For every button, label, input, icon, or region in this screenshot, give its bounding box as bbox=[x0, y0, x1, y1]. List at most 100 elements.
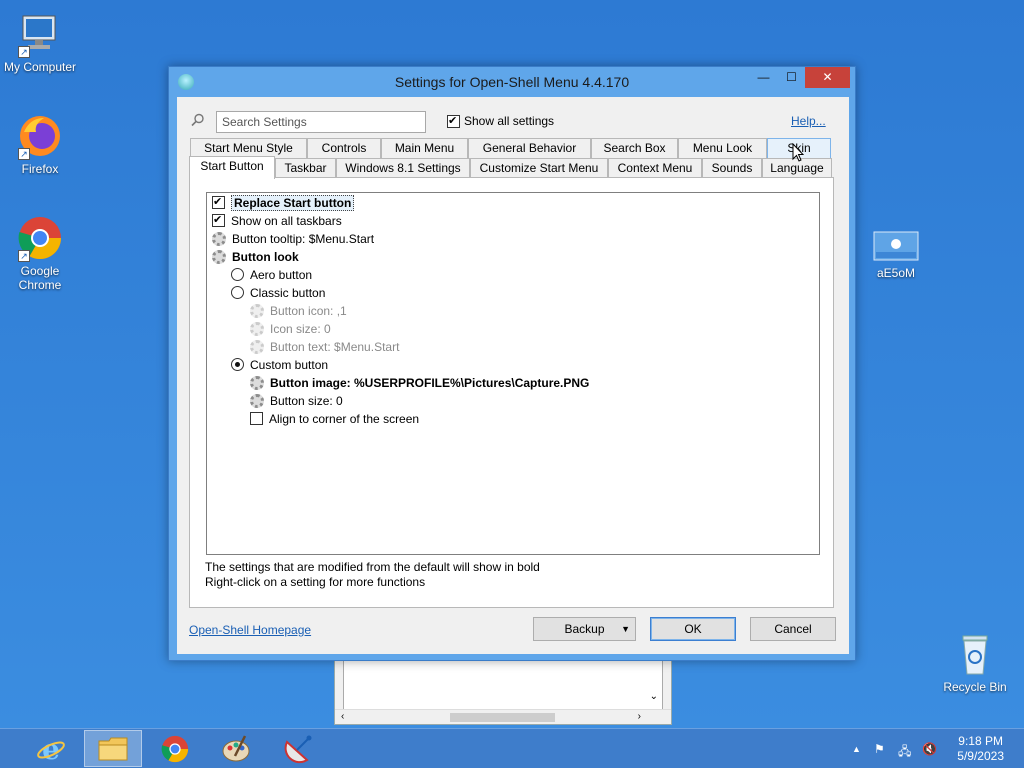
close-button[interactable]: ✕ bbox=[805, 67, 850, 88]
show-all-settings[interactable]: Show all settings bbox=[447, 114, 554, 128]
setting-button-tooltip[interactable]: Button tooltip: $Menu.Start bbox=[212, 230, 374, 247]
setting-icon-size: Icon size: 0 bbox=[250, 320, 331, 337]
gear-icon bbox=[212, 231, 226, 246]
chrome-logo-icon bbox=[161, 735, 189, 762]
paint-palette-icon bbox=[222, 734, 250, 761]
recycle-bin-label: Recycle Bin bbox=[943, 680, 1007, 694]
setting-show-on-all-taskbars[interactable]: Show on all taskbars bbox=[212, 212, 342, 229]
tab-start-button[interactable]: Start Button bbox=[189, 156, 275, 179]
monitor-icon: ↗ bbox=[16, 10, 64, 58]
setting-custom-button[interactable]: Custom button bbox=[231, 356, 328, 373]
tab-search-box[interactable]: Search Box bbox=[591, 138, 678, 158]
chrome-logo-icon: ↗ bbox=[16, 214, 64, 262]
action-center-flag-icon[interactable]: ⚑ bbox=[874, 742, 885, 756]
search-input[interactable] bbox=[216, 111, 426, 133]
trash-bin-icon bbox=[951, 630, 999, 678]
show-on-all-taskbars-checkbox[interactable] bbox=[212, 213, 225, 227]
taskbar: e ▲ ⚑ 🖧 🔇 9:18 PM 5/9/2023 bbox=[0, 728, 1024, 768]
background-window: ⌄ ‹ › bbox=[334, 655, 672, 725]
network-icon[interactable]: 🖧 bbox=[898, 742, 911, 763]
scroll-down-icon[interactable]: ⌄ bbox=[650, 691, 658, 702]
volume-muted-icon[interactable]: 🔇 bbox=[922, 742, 937, 756]
tab-windows-81-settings[interactable]: Windows 8.1 Settings bbox=[336, 158, 470, 178]
image-file-label: aE5oM bbox=[876, 266, 916, 280]
gear-icon bbox=[250, 375, 264, 390]
backup-button[interactable]: Backup ▼ bbox=[533, 617, 636, 641]
internet-explorer-icon: e bbox=[37, 733, 65, 765]
clock[interactable]: 9:18 PM 5/9/2023 bbox=[957, 734, 1004, 764]
cancel-button[interactable]: Cancel bbox=[750, 617, 836, 641]
gear-icon bbox=[250, 303, 264, 318]
scroll-left-icon[interactable]: ‹ bbox=[341, 711, 344, 722]
classic-radio[interactable] bbox=[231, 286, 244, 299]
show-hidden-icons-icon[interactable]: ▲ bbox=[852, 744, 861, 754]
setting-aero-button[interactable]: Aero button bbox=[231, 266, 312, 283]
firefox-icon[interactable]: ↗ Firefox bbox=[0, 112, 80, 176]
setting-button-icon: Button icon: ,1 bbox=[250, 302, 347, 319]
taskbar-file-explorer[interactable] bbox=[84, 730, 142, 767]
setting-button-image[interactable]: Button image: %USERPROFILE%\Pictures\Cap… bbox=[250, 374, 589, 391]
taskbar-paint[interactable] bbox=[208, 730, 266, 767]
setting-align-to-corner[interactable]: Align to corner of the screen bbox=[250, 410, 419, 427]
tab-general-behavior[interactable]: General Behavior bbox=[468, 138, 591, 158]
tab-panel: Replace Start button Show on all taskbar… bbox=[189, 177, 834, 608]
aero-radio[interactable] bbox=[231, 268, 244, 281]
help-link[interactable]: Help... bbox=[791, 114, 826, 128]
search-icon bbox=[191, 113, 204, 127]
maximize-button[interactable]: ☐ bbox=[778, 67, 805, 88]
show-all-checkbox[interactable] bbox=[447, 114, 460, 128]
replace-start-checkbox[interactable] bbox=[212, 195, 225, 209]
setting-classic-button[interactable]: Classic button bbox=[231, 284, 325, 301]
firefox-logo-icon: ↗ bbox=[16, 112, 64, 160]
my-computer-icon[interactable]: ↗ My Computer bbox=[0, 10, 80, 74]
gear-icon bbox=[212, 249, 226, 264]
gear-icon bbox=[250, 321, 264, 336]
minimize-button[interactable]: — bbox=[749, 67, 778, 88]
picture-thumbnail-icon bbox=[872, 230, 920, 264]
chrome-icon[interactable]: ↗ Google Chrome bbox=[0, 214, 80, 292]
svg-text:e: e bbox=[42, 733, 60, 765]
folder-icon bbox=[98, 737, 128, 760]
tab-menu-look[interactable]: Menu Look bbox=[678, 138, 767, 158]
dropdown-arrow-icon: ▼ bbox=[621, 624, 630, 634]
taskbar-network-tool[interactable] bbox=[270, 730, 328, 767]
gear-icon bbox=[250, 339, 264, 354]
footnote-line-1: The settings that are modified from the … bbox=[205, 560, 540, 574]
tab-context-menu[interactable]: Context Menu bbox=[608, 158, 702, 178]
setting-replace-start-button[interactable]: Replace Start button bbox=[212, 194, 355, 211]
settings-tree: Replace Start button Show on all taskbar… bbox=[206, 192, 820, 555]
window-client: Show all settings Help... Start Menu Sty… bbox=[177, 97, 849, 654]
clock-time: 9:18 PM bbox=[958, 734, 1003, 748]
backup-label: Backup bbox=[564, 622, 605, 636]
footnote: The settings that are modified from the … bbox=[205, 560, 540, 590]
align-corner-checkbox[interactable] bbox=[250, 412, 263, 425]
horizontal-scrollbar[interactable]: ‹ › bbox=[335, 709, 671, 724]
mouse-cursor-icon bbox=[792, 143, 804, 162]
image-file-icon[interactable]: aE5oM bbox=[856, 230, 936, 280]
taskbar-internet-explorer[interactable]: e bbox=[22, 730, 80, 767]
setting-button-look[interactable]: Button look bbox=[212, 248, 299, 265]
recycle-bin-icon[interactable]: Recycle Bin bbox=[935, 630, 1015, 694]
tab-main-menu[interactable]: Main Menu bbox=[381, 138, 468, 158]
ok-button[interactable]: OK bbox=[650, 617, 736, 641]
title-bar[interactable]: Settings for Open-Shell Menu 4.4.170 — ☐… bbox=[169, 67, 855, 97]
tab-controls[interactable]: Controls bbox=[307, 138, 381, 158]
chrome-label: Google Chrome bbox=[18, 264, 62, 292]
scrollbar-thumb[interactable] bbox=[450, 713, 555, 722]
footnote-line-2: Right-click on a setting for more functi… bbox=[205, 575, 426, 589]
custom-radio[interactable] bbox=[231, 358, 244, 371]
firefox-label: Firefox bbox=[21, 162, 59, 176]
tab-start-menu-style[interactable]: Start Menu Style bbox=[190, 138, 307, 158]
setting-button-size[interactable]: Button size: 0 bbox=[250, 392, 343, 409]
tab-sounds[interactable]: Sounds bbox=[702, 158, 762, 178]
satellite-dish-icon bbox=[284, 735, 312, 763]
my-computer-label: My Computer bbox=[3, 60, 77, 74]
taskbar-chrome[interactable] bbox=[146, 730, 204, 767]
gear-icon bbox=[250, 393, 264, 408]
tab-taskbar[interactable]: Taskbar bbox=[275, 158, 336, 178]
clock-date: 5/9/2023 bbox=[957, 749, 1004, 763]
tab-customize-start-menu[interactable]: Customize Start Menu bbox=[470, 158, 608, 178]
setting-button-text: Button text: $Menu.Start bbox=[250, 338, 399, 355]
homepage-link[interactable]: Open-Shell Homepage bbox=[189, 623, 311, 637]
scroll-right-icon[interactable]: › bbox=[638, 711, 641, 722]
